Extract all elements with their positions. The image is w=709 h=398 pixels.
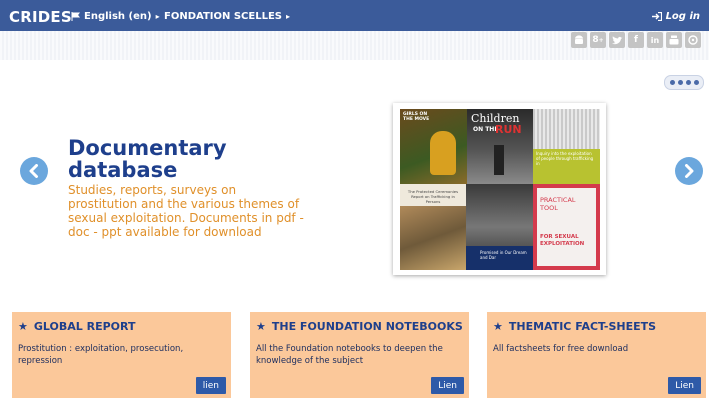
linkedin-icon[interactable]: in xyxy=(647,32,663,48)
card-title: THE FOUNDATION NOTEBOOKS xyxy=(271,320,463,333)
slider-dot[interactable] xyxy=(693,80,699,85)
cover-children-on-the-run: Children ON THE RUN xyxy=(467,109,533,184)
slider-prev-button[interactable] xyxy=(20,157,48,185)
language-label: English (en) xyxy=(84,11,152,22)
slider-dot[interactable] xyxy=(669,80,675,85)
slide-title-line: Documentary xyxy=(68,136,227,160)
foundation-label: FONDATION SCELLES xyxy=(164,11,283,22)
card-link-button[interactable]: Lien xyxy=(668,377,701,394)
card-header[interactable]: ★ GLOBAL REPORT xyxy=(18,320,136,333)
android-glyph-icon xyxy=(575,34,583,44)
card-description: Prostitution : exploitation, prosecution… xyxy=(18,344,184,366)
brand-logo[interactable]: CRIDES xyxy=(9,8,72,26)
flag-icon xyxy=(71,12,80,21)
card-description: All the Foundation notebooks to deepen t… xyxy=(256,344,443,366)
star-icon: ★ xyxy=(256,320,266,333)
social-links: 8 + f in xyxy=(571,32,701,48)
cover-subtitle: FOR SEXUAL EXPLOITATION xyxy=(540,234,585,247)
cover-subtitle: RUN xyxy=(495,123,522,136)
card-thematic-factsheets: ★ THEMATIC FACT-SHEETS All factsheets fo… xyxy=(487,312,706,398)
cover-photo xyxy=(400,206,466,270)
cover-dream-report: Promised in Our Dream and Dar xyxy=(466,184,533,270)
slide-title[interactable]: Documentary database xyxy=(68,137,328,181)
cover-practical-tool: PRACTICAL TOOL FOR SEXUAL EXPLOITATION xyxy=(533,184,600,270)
chevron-right-icon: ▸ xyxy=(155,12,160,21)
facebook-icon[interactable]: f xyxy=(628,32,644,48)
top-navigation-bar: CRIDES English (en) ▸ FONDATION SCELLES … xyxy=(0,0,709,31)
cover-title: Promised in Our Dream and Dar xyxy=(480,250,527,260)
cover-title: Inquiry into the exploitation of people … xyxy=(536,151,594,166)
chevron-right-icon xyxy=(685,164,694,178)
chevron-left-icon xyxy=(29,164,38,178)
slider-dot[interactable] xyxy=(677,80,683,85)
slide-title-line: database xyxy=(68,158,178,182)
cover-title: PRACTICAL TOOL xyxy=(540,196,576,212)
cover-title: GIRLS ON THE MOVE xyxy=(403,112,430,122)
google-plus-icon[interactable]: 8 + xyxy=(590,32,606,48)
cover-inquiry: Inquiry into the exploitation of people … xyxy=(533,109,600,184)
login-icon xyxy=(651,12,662,21)
slider-pagination xyxy=(664,75,704,90)
cover-figure xyxy=(430,131,456,175)
twitter-bird-icon xyxy=(611,35,622,44)
rss-icon[interactable] xyxy=(685,32,701,48)
slider-dot[interactable] xyxy=(685,80,691,85)
rss-glyph-icon xyxy=(688,35,698,45)
cover-figure xyxy=(494,145,504,175)
star-icon: ★ xyxy=(18,320,28,333)
login-link[interactable]: Log in xyxy=(651,11,700,22)
card-link-button[interactable]: lien xyxy=(195,377,226,394)
slide-description: Studies, reports, surveys on prostitutio… xyxy=(68,183,304,239)
chevron-right-icon: ▸ xyxy=(286,12,291,21)
youtube-icon[interactable] xyxy=(666,32,682,48)
card-foundation-notebooks: ★ THE FOUNDATION NOTEBOOKS All the Found… xyxy=(250,312,469,398)
cover-trafficking-report: The Protected Ceremonies Report on Traff… xyxy=(400,184,466,270)
login-label: Log in xyxy=(665,11,700,22)
card-global-report: ★ GLOBAL REPORT Prostitution : exploitat… xyxy=(12,312,231,398)
card-title: THEMATIC FACT-SHEETS xyxy=(508,320,657,333)
twitter-icon[interactable] xyxy=(609,32,625,48)
language-selector[interactable]: English (en) ▸ xyxy=(71,11,160,22)
cover-girls-on-the-move: GIRLS ON THE MOVE xyxy=(400,109,467,184)
foundation-menu[interactable]: FONDATION SCELLES ▸ xyxy=(164,11,290,22)
cover-inner: PRACTICAL TOOL FOR SEXUAL EXPLOITATION xyxy=(537,188,596,266)
card-header[interactable]: ★ THE FOUNDATION NOTEBOOKS xyxy=(256,320,463,333)
cover-title: The Protected Ceremonies Report on Traff… xyxy=(407,189,459,204)
slider-next-button[interactable] xyxy=(675,157,703,185)
card-description: All factsheets for free download xyxy=(493,344,629,354)
card-title: GLOBAL REPORT xyxy=(33,320,136,333)
youtube-glyph-icon xyxy=(669,35,679,45)
star-icon: ★ xyxy=(493,320,503,333)
card-link-button[interactable]: Lien xyxy=(431,377,464,394)
android-icon[interactable] xyxy=(571,32,587,48)
document-collage-image[interactable]: GIRLS ON THE MOVE Children ON THE RUN In… xyxy=(393,103,606,275)
card-header[interactable]: ★ THEMATIC FACT-SHEETS xyxy=(493,320,656,333)
